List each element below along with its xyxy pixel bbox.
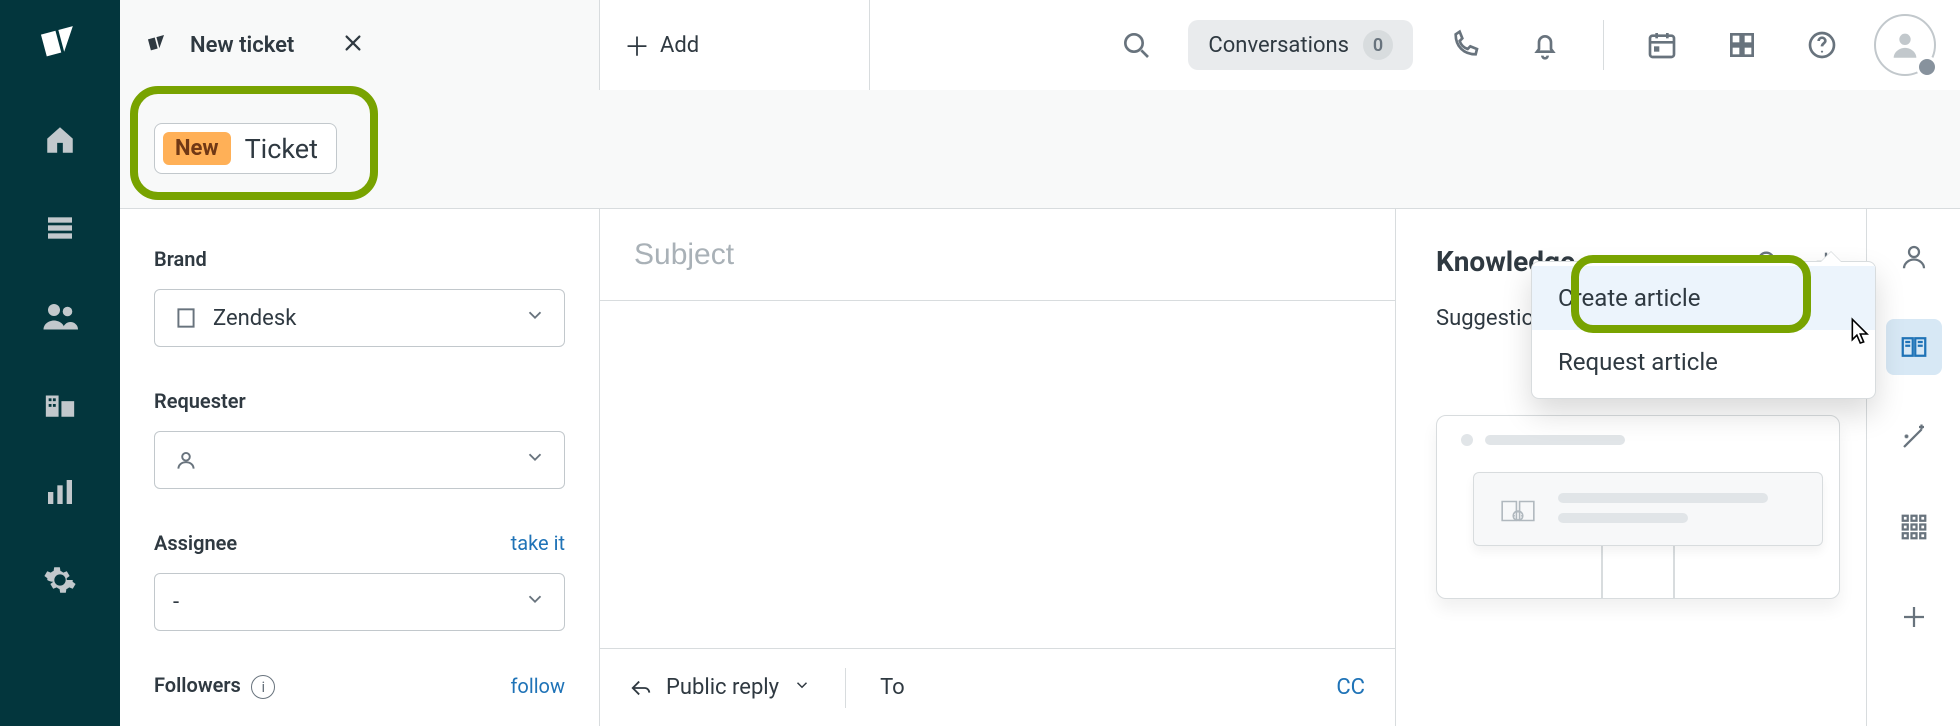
tab-title: New ticket (190, 33, 294, 58)
brand-select[interactable]: Zendesk (154, 289, 565, 347)
chevron-down-icon (793, 675, 811, 700)
context-user-button[interactable] (1886, 229, 1942, 285)
knowledge-add-menu: Create article Request article (1531, 261, 1876, 399)
follow-link[interactable]: follow (510, 674, 565, 698)
apps-button[interactable] (1714, 17, 1770, 73)
reply-bar: Public reply To CC (600, 648, 1395, 726)
ticket-editor: Public reply To CC (600, 209, 1396, 726)
status-badge: New (163, 132, 231, 165)
requester-label: Requester (154, 389, 246, 413)
brand-logo-icon[interactable] (36, 18, 84, 66)
chevron-down-icon (524, 446, 546, 474)
primary-nav-rail (0, 0, 120, 726)
search-button[interactable] (1108, 17, 1164, 73)
reply-mode-label: Public reply (666, 675, 779, 700)
nav-organizations-icon[interactable] (36, 380, 84, 428)
nav-customers-icon[interactable] (36, 292, 84, 340)
reply-divider (845, 668, 846, 708)
brand-value: Zendesk (213, 306, 296, 331)
assignee-select[interactable]: - (154, 573, 565, 631)
ticket-status-pill[interactable]: New Ticket (154, 123, 337, 174)
conversations-button[interactable]: Conversations 0 (1188, 20, 1413, 70)
tab-strip: New ticket ＋ Add (120, 0, 870, 90)
add-tab-label: Add (660, 33, 699, 58)
talk-phone-button[interactable] (1437, 17, 1493, 73)
knowledge-panel: Knowledge Suggestions Create article Req… (1396, 209, 1866, 726)
ticket-tab-icon (144, 29, 172, 62)
nav-home-icon[interactable] (36, 116, 84, 164)
header-divider (1603, 20, 1604, 70)
nav-admin-icon[interactable] (36, 556, 84, 604)
menu-item-request-article[interactable]: Request article (1532, 330, 1875, 394)
conversations-label: Conversations (1208, 33, 1349, 58)
nav-views-icon[interactable] (36, 204, 84, 252)
profile-menu-button[interactable] (1874, 14, 1936, 76)
context-knowledge-button[interactable] (1886, 319, 1942, 375)
plus-icon: ＋ (624, 27, 650, 64)
context-magic-button[interactable] (1886, 409, 1942, 465)
workspace-header: New ticket ＋ Add Conversations 0 (120, 0, 1960, 90)
add-tab-button[interactable]: ＋ Add (600, 0, 870, 90)
help-button[interactable] (1794, 17, 1850, 73)
to-label: To (880, 675, 905, 700)
article-idea-icon (1492, 491, 1544, 531)
requester-select[interactable] (154, 431, 565, 489)
building-icon (173, 305, 199, 331)
nav-reporting-icon[interactable] (36, 468, 84, 516)
chevron-down-icon (524, 304, 546, 332)
tab-new-ticket[interactable]: New ticket (120, 0, 600, 90)
user-icon (173, 447, 199, 473)
conversations-count: 0 (1363, 30, 1393, 60)
editor-body-area[interactable] (600, 301, 1395, 648)
close-tab-button[interactable] (342, 32, 364, 59)
chevron-down-icon (524, 588, 546, 616)
menu-item-create-article[interactable]: Create article (1532, 266, 1875, 330)
workspace-main: Brand Zendesk Requester Assignee take it… (120, 208, 1960, 726)
subject-input[interactable] (600, 209, 1395, 301)
reply-arrow-icon (630, 677, 652, 699)
presence-indicator-icon (1916, 56, 1938, 78)
context-apps-grid-button[interactable] (1886, 499, 1942, 555)
cc-button[interactable]: CC (1336, 675, 1365, 700)
ticket-status-band: New Ticket (120, 90, 1960, 208)
calendar-button[interactable] (1634, 17, 1690, 73)
followers-label: Followers (154, 673, 241, 697)
context-add-button[interactable] (1886, 589, 1942, 645)
context-rail (1866, 209, 1960, 726)
header-actions: Conversations 0 (870, 0, 1960, 90)
take-it-link[interactable]: take it (511, 531, 565, 555)
reply-mode-button[interactable]: Public reply (630, 675, 811, 700)
ticket-properties-panel: Brand Zendesk Requester Assignee take it… (120, 209, 600, 726)
knowledge-placeholder-card (1436, 415, 1840, 599)
ticket-type-label: Ticket (245, 133, 318, 165)
notifications-button[interactable] (1517, 17, 1573, 73)
brand-label: Brand (154, 247, 207, 271)
cursor-pointer-icon (1844, 317, 1872, 351)
assignee-label: Assignee (154, 531, 237, 555)
followers-help-icon[interactable]: i (251, 675, 275, 699)
assignee-value: - (173, 590, 179, 615)
